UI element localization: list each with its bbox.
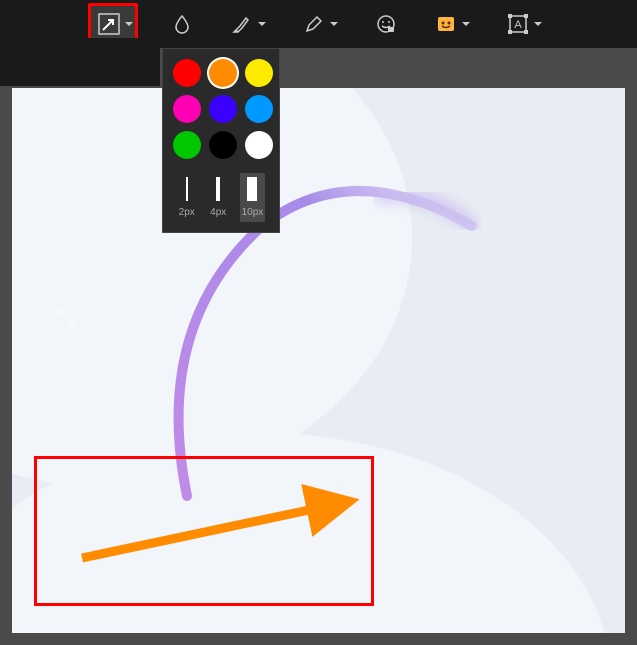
tool-highlighter[interactable]: [226, 8, 270, 40]
color-orange[interactable]: [209, 59, 237, 87]
stroke-preview: [186, 177, 188, 201]
tool-text-frame[interactable]: A: [502, 8, 546, 40]
stroke-2px[interactable]: 2px: [177, 173, 197, 222]
color-lightblue[interactable]: [245, 95, 273, 123]
chevron-down-icon: [330, 22, 338, 26]
svg-text:A: A: [514, 19, 522, 31]
chevron-down-icon: [125, 22, 133, 26]
chevron-down-icon: [462, 22, 470, 26]
background-ring: [47, 308, 75, 336]
color-green[interactable]: [173, 131, 201, 159]
chevron-down-icon: [258, 22, 266, 26]
stroke-preview: [216, 177, 220, 201]
text-frame-icon: A: [506, 12, 530, 36]
arrow-style-popup: 2px 4px 10px: [162, 48, 280, 233]
color-yellow[interactable]: [245, 59, 273, 87]
toolbar-extension: [0, 38, 160, 86]
stroke-row: 2px 4px 10px: [173, 173, 269, 222]
color-red[interactable]: [173, 59, 201, 87]
highlighter-icon: [230, 12, 254, 36]
color-white[interactable]: [245, 131, 273, 159]
pen-icon: [302, 12, 326, 36]
arrow-tool-icon: [97, 12, 121, 36]
tool-emoji[interactable]: [370, 8, 402, 40]
stroke-preview: [247, 177, 257, 201]
tool-sticker[interactable]: [430, 8, 474, 40]
color-grid: [173, 59, 269, 159]
droplet-icon: [170, 12, 194, 36]
emoji-icon: [374, 12, 398, 36]
chevron-down-icon: [534, 22, 542, 26]
stroke-10px[interactable]: 10px: [240, 173, 266, 222]
color-magenta[interactable]: [173, 95, 201, 123]
stroke-4px[interactable]: 4px: [208, 173, 228, 222]
arrow-annotation[interactable]: [72, 473, 382, 573]
tool-blur[interactable]: [166, 8, 198, 40]
tool-pen[interactable]: [298, 8, 342, 40]
sticker-icon: [434, 12, 458, 36]
color-blue[interactable]: [209, 95, 237, 123]
canvas[interactable]: [12, 88, 625, 633]
stroke-label: 10px: [242, 207, 264, 218]
stroke-label: 4px: [210, 207, 226, 218]
stroke-label: 2px: [179, 207, 195, 218]
color-black[interactable]: [209, 131, 237, 159]
